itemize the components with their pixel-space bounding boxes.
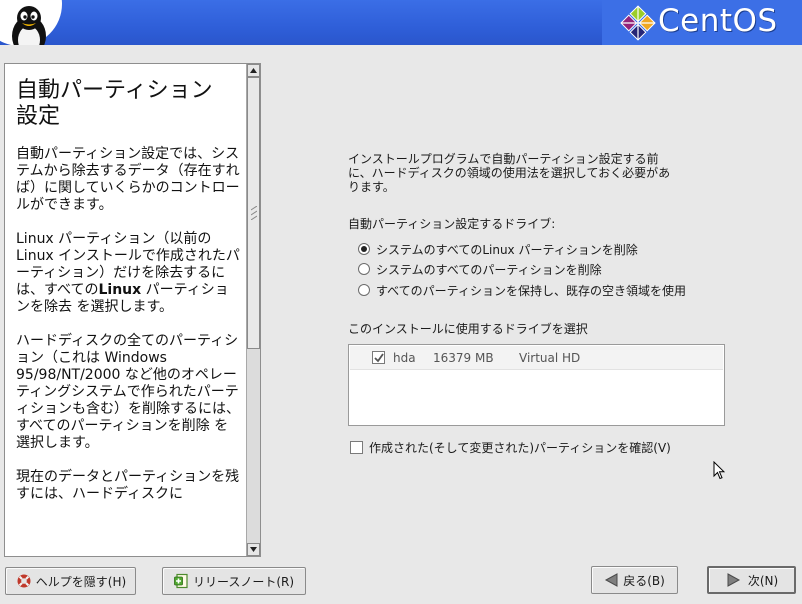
help-paragraph-3: ハードディスクの全てのパーティション（これは Windows 95/98/NT/… [16,333,240,451]
arrow-up-icon [250,68,257,73]
header-banner: CentOS [0,0,802,45]
back-label: 戻る(B) [623,573,665,588]
drive-list[interactable]: hda 16379 MB Virtual HD [348,344,725,426]
intro-text: インストールプログラムで自動パーティション設定する前に、ハードディスクの領域の使… [348,152,671,194]
radio-label: すべてのパーティションを保持し、既存の空き領域を使用 [376,283,686,298]
radio-label: システムのすべてのパーティションを削除 [376,262,602,277]
next-label: 次(N) [747,573,779,588]
drive-list-label: このインストールに使用するドライブを選択 [348,322,588,336]
arrow-left-icon [605,573,618,587]
help-scrollbar[interactable] [246,64,260,556]
centos-brand-text: CentOS [658,3,778,39]
scroll-up-button[interactable] [247,64,260,77]
release-notes-button[interactable]: リリースノート(R) [162,567,306,595]
drive-checkbox[interactable] [372,351,385,364]
partition-method-label: 自動パーティション設定するドライブ: [348,217,556,231]
help-paragraph-1: 自動パーティション設定では、システムから除去するデータ（存在すれば）に関していく… [16,146,240,213]
review-label: 作成された(そして変更された)パーティションを確認(V) [369,440,671,455]
checkmark-icon [374,353,384,363]
radio-label: システムのすべてのLinux パーティションを削除 [376,242,638,257]
next-button[interactable]: 次(N) [707,566,796,594]
radio-button[interactable] [358,263,370,275]
drive-model: Virtual HD [519,350,581,365]
centos-logo-icon [620,5,656,41]
arrow-down-icon [250,547,257,552]
radio-keep-all[interactable]: すべてのパーティションを保持し、既存の空き領域を使用 [358,282,686,298]
hide-help-button[interactable]: ヘルプを隠す(H) [5,567,136,595]
review-partitions-option[interactable]: 作成された(そして変更された)パーティションを確認(V) [350,439,671,455]
scroll-thumb[interactable] [247,77,260,349]
hide-help-label: ヘルプを隠す(H) [35,574,127,589]
drive-name: hda [393,350,416,365]
review-checkbox[interactable] [350,440,363,454]
release-notes-label: リリースノート(R) [192,574,295,589]
radio-remove-linux[interactable]: システムのすべてのLinux パーティションを削除 [358,241,638,257]
scroll-down-button[interactable] [247,543,260,556]
arrow-right-icon [727,573,740,587]
help-p2-bold: Linux [98,282,142,298]
radio-button-selected[interactable] [358,243,370,255]
help-panel: 自動パーティション 設定 自動パーティション設定では、システムから除去するデータ… [4,63,261,557]
help-content: 自動パーティション 設定 自動パーティション設定では、システムから除去するデータ… [5,64,245,520]
drive-row-hda[interactable]: hda 16379 MB Virtual HD [350,346,723,370]
help-paragraph-4: 現在のデータとパーティションを残すには、ハードディスクに [16,469,240,502]
lifebuoy-icon [17,574,31,588]
back-button[interactable]: 戻る(B) [591,566,678,594]
help-title-line2: 設定 [16,104,61,129]
release-notes-icon [174,573,188,589]
tux-penguin-icon [12,6,46,45]
radio-button[interactable] [358,284,370,296]
help-paragraph-2: Linux パーティション（以前の Linux インストールで作成されたパーティ… [16,231,241,316]
drive-size: 16379 MB [433,350,494,365]
mouse-cursor-icon [713,461,725,480]
help-title: 自動パーティション 設定 [16,78,241,130]
grip-icon [251,206,257,220]
help-title-line1: 自動パーティション [16,78,213,103]
radio-remove-all[interactable]: システムのすべてのパーティションを削除 [358,261,602,277]
